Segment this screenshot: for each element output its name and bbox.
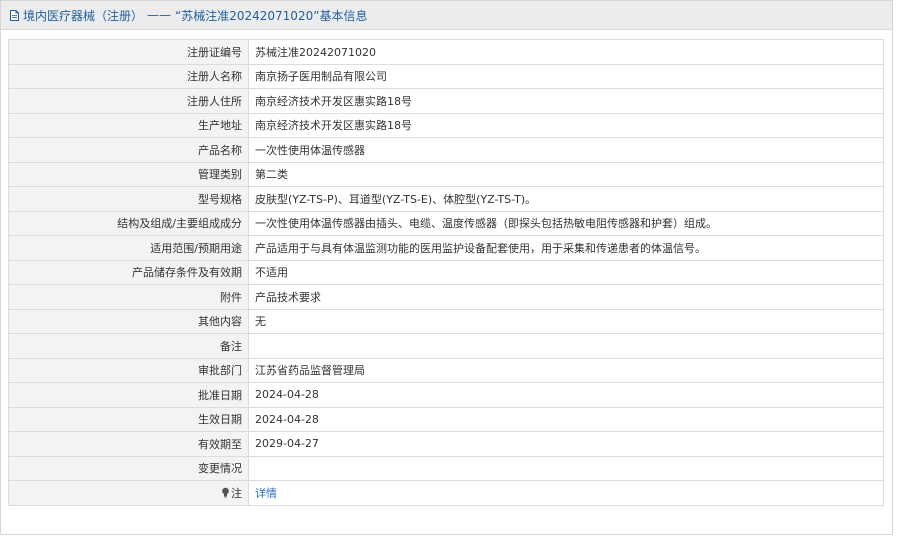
row-value: 2024-04-28 [248,382,884,408]
table-row: 有效期至 2029-04-27 [8,431,884,457]
row-value: 不适用 [248,259,884,285]
panel-header: 境内医疗器械（注册） —— “苏械注准20242071020” 基本信息 [1,1,892,30]
info-table-wrapper: 注册证编号 苏械注准20242071020 注册人名称 南京扬子医用制品有限公司… [8,39,884,506]
info-panel: 境内医疗器械（注册） —— “苏械注准20242071020” 基本信息 注册证… [0,0,893,535]
table-row: 注册证编号 苏械注准20242071020 [8,39,884,65]
row-value: 江苏省药品监督管理局 [248,357,884,383]
table-row: 变更情况 [8,455,884,481]
details-link[interactable]: 详情 [255,487,277,500]
table-row: 生效日期 2024-04-28 [8,406,884,432]
header-suffix: 基本信息 [319,8,368,23]
row-value: 一次性使用体温传感器 [248,137,884,163]
row-label: 审批部门 [8,357,249,383]
note-label: 注 [231,486,242,500]
row-value: 产品技术要求 [248,284,884,310]
row-value: 产品适用于与具有体温监测功能的医用监护设备配套使用，用于采集和传递患者的体温信号… [248,235,884,261]
note-row: 注 详情 [8,480,884,506]
row-label: 生效日期 [8,406,249,432]
note-label-cell: 注 [8,480,249,506]
row-label: 型号规格 [8,186,249,212]
row-label: 适用范围/预期用途 [8,235,249,261]
table-row: 附件 产品技术要求 [8,284,884,310]
row-value: 南京经济技术开发区惠实路18号 [248,88,884,114]
note-value-cell: 详情 [248,480,884,506]
header-separator: —— [147,8,172,22]
lightbulb-icon [221,487,230,498]
row-label: 产品储存条件及有效期 [8,259,249,285]
row-value: 2029-04-27 [248,431,884,457]
row-label: 备注 [8,333,249,359]
row-value: 南京扬子医用制品有限公司 [248,63,884,89]
row-value [248,333,884,359]
document-icon [8,9,21,22]
row-value: 无 [248,308,884,334]
table-row: 适用范围/预期用途 产品适用于与具有体温监测功能的医用监护设备配套使用，用于采集… [8,235,884,261]
row-label: 结构及组成/主要组成成分 [8,210,249,236]
row-label: 管理类别 [8,161,249,187]
row-label: 注册人名称 [8,63,249,89]
table-row: 产品名称 一次性使用体温传感器 [8,137,884,163]
header-category: 境内医疗器械（注册） [23,8,144,23]
row-label: 批准日期 [8,382,249,408]
table-row: 管理类别 第二类 [8,161,884,187]
table-row: 注册人名称 南京扬子医用制品有限公司 [8,63,884,89]
row-label: 其他内容 [8,308,249,334]
row-value: 南京经济技术开发区惠实路18号 [248,112,884,138]
row-label: 注册人住所 [8,88,249,114]
table-row: 结构及组成/主要组成成分 一次性使用体温传感器由插头、电缆、温度传感器（即探头包… [8,210,884,236]
row-value [248,455,884,481]
info-table: 注册证编号 苏械注准20242071020 注册人名称 南京扬子医用制品有限公司… [8,39,884,506]
table-row: 备注 [8,333,884,359]
row-label: 注册证编号 [8,39,249,65]
table-row: 产品储存条件及有效期 不适用 [8,259,884,285]
header-record: “苏械注准20242071020” [175,8,320,23]
row-label: 生产地址 [8,112,249,138]
row-label: 产品名称 [8,137,249,163]
table-row: 型号规格 皮肤型(YZ-TS-P)、耳道型(YZ-TS-E)、体腔型(YZ-TS… [8,186,884,212]
row-value: 皮肤型(YZ-TS-P)、耳道型(YZ-TS-E)、体腔型(YZ-TS-T)。 [248,186,884,212]
table-row: 其他内容 无 [8,308,884,334]
table-row: 批准日期 2024-04-28 [8,382,884,408]
table-row: 生产地址 南京经济技术开发区惠实路18号 [8,112,884,138]
row-value: 苏械注准20242071020 [248,39,884,65]
table-row: 注册人住所 南京经济技术开发区惠实路18号 [8,88,884,114]
row-label: 有效期至 [8,431,249,457]
row-label: 变更情况 [8,455,249,481]
row-label: 附件 [8,284,249,310]
row-value: 第二类 [248,161,884,187]
table-row: 审批部门 江苏省药品监督管理局 [8,357,884,383]
row-value: 一次性使用体温传感器由插头、电缆、温度传感器（即探头包括热敏电阻传感器和护套）组… [248,210,884,236]
row-value: 2024-04-28 [248,406,884,432]
